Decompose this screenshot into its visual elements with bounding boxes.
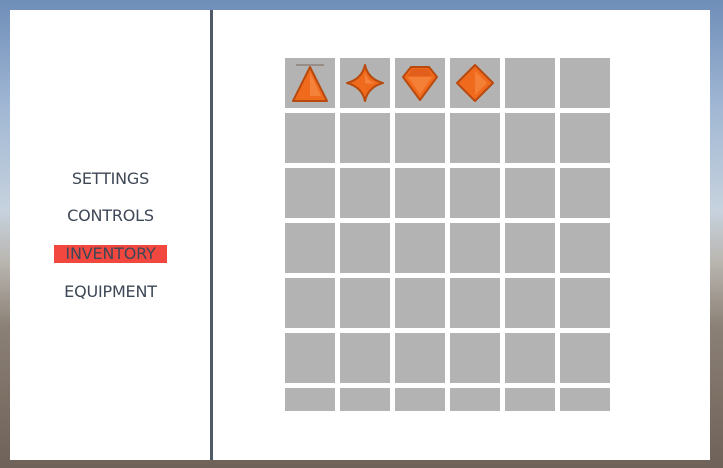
inventory-slot[interactable] xyxy=(285,223,335,273)
inventory-slot[interactable] xyxy=(340,58,390,108)
triangle-gem-icon[interactable] xyxy=(290,62,330,104)
inventory-grid[interactable] xyxy=(285,58,612,411)
inventory-slot[interactable] xyxy=(505,333,555,383)
inventory-slot[interactable] xyxy=(395,278,445,328)
inventory-slot[interactable] xyxy=(505,278,555,328)
inventory-slot[interactable] xyxy=(340,278,390,328)
menu-item-settings[interactable]: SETTINGS xyxy=(54,170,167,188)
inventory-slot[interactable] xyxy=(505,113,555,163)
inventory-slot[interactable] xyxy=(395,223,445,273)
inventory-slot[interactable] xyxy=(340,388,390,411)
inventory-slot[interactable] xyxy=(505,58,555,108)
inventory-slot[interactable] xyxy=(560,278,610,328)
inventory-slot[interactable] xyxy=(560,58,610,108)
pentagon-gem-icon[interactable] xyxy=(400,63,440,103)
star-gem-icon[interactable] xyxy=(345,63,385,103)
menu-panel: SETTINGS CONTROLS INVENTORY EQUIPMENT xyxy=(10,10,210,460)
inventory-slot[interactable] xyxy=(560,168,610,218)
inventory-slot[interactable] xyxy=(395,333,445,383)
inventory-slot[interactable] xyxy=(395,388,445,411)
inventory-slot[interactable] xyxy=(285,168,335,218)
inventory-slot[interactable] xyxy=(285,113,335,163)
inventory-slot[interactable] xyxy=(505,388,555,411)
inventory-slot[interactable] xyxy=(285,388,335,411)
inventory-slot[interactable] xyxy=(560,333,610,383)
inventory-slot[interactable] xyxy=(505,223,555,273)
inventory-slot[interactable] xyxy=(285,278,335,328)
inventory-slot[interactable] xyxy=(340,168,390,218)
inventory-slot[interactable] xyxy=(450,278,500,328)
inventory-slot[interactable] xyxy=(560,388,610,411)
inventory-slot[interactable] xyxy=(450,333,500,383)
inventory-slot[interactable] xyxy=(285,333,335,383)
inventory-slot[interactable] xyxy=(340,223,390,273)
inventory-slot[interactable] xyxy=(450,58,500,108)
inventory-slot[interactable] xyxy=(450,223,500,273)
diamond-gem-icon[interactable] xyxy=(455,63,495,103)
inventory-slot[interactable] xyxy=(450,168,500,218)
inventory-slot[interactable] xyxy=(395,58,445,108)
inventory-slot[interactable] xyxy=(560,223,610,273)
menu-item-controls[interactable]: CONTROLS xyxy=(54,207,167,225)
inventory-slot[interactable] xyxy=(395,168,445,218)
menu-item-inventory[interactable]: INVENTORY xyxy=(54,245,167,263)
menu-item-equipment[interactable]: EQUIPMENT xyxy=(54,283,167,301)
inventory-panel xyxy=(213,10,710,460)
inventory-slot[interactable] xyxy=(450,388,500,411)
inventory-slot[interactable] xyxy=(285,58,335,108)
inventory-slot[interactable] xyxy=(395,113,445,163)
inventory-slot[interactable] xyxy=(505,168,555,218)
inventory-slot[interactable] xyxy=(450,113,500,163)
inventory-slot[interactable] xyxy=(560,113,610,163)
inventory-slot[interactable] xyxy=(340,113,390,163)
inventory-slot[interactable] xyxy=(340,333,390,383)
